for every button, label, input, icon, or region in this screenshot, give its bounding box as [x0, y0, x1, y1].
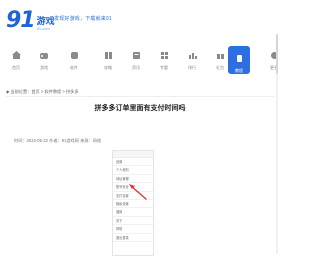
- red-arrow-icon: [129, 184, 147, 200]
- page: 91 游戏 91.com 发现好游戏，下载就来91 首页 游戏 软件 攻略 资讯 专题 排行…: [0, 0, 280, 260]
